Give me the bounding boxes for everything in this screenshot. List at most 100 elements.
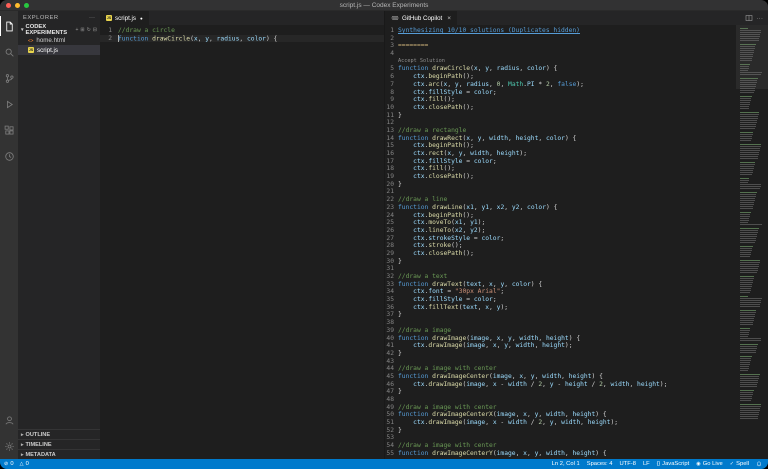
notifications-status[interactable]	[756, 461, 762, 467]
vscode-window: script.js — Codex Experiments	[0, 0, 768, 469]
line-number: 48	[385, 396, 398, 404]
language-mode-status[interactable]: {} JavaScript	[657, 461, 690, 467]
line-number: 53	[385, 434, 398, 442]
run-debug-icon[interactable]	[0, 91, 18, 117]
line-content: function drawImage(image, x, y, width, h…	[398, 335, 736, 343]
line-number: 1	[100, 27, 118, 35]
code-line: 50function drawImageCenterX(image, x, y,…	[385, 411, 736, 419]
collapse-all-icon[interactable]: ⊟	[93, 27, 97, 33]
line-number: 25	[385, 219, 398, 227]
line-number: 40	[385, 335, 398, 343]
zoom-window-button[interactable]	[24, 3, 29, 8]
more-actions-icon[interactable]: ···	[757, 15, 764, 22]
line-number: 52	[385, 427, 398, 435]
braces-icon: {}	[657, 461, 660, 467]
code-line: 21	[385, 188, 736, 196]
sidebar-title: EXPLORER	[23, 15, 59, 21]
cursor-position-label: Ln 2, Col 1	[552, 461, 580, 467]
new-file-icon[interactable]: +	[75, 27, 78, 33]
code-line: 48	[385, 396, 736, 404]
chevron-right-icon: ▸	[21, 452, 24, 458]
code-line: 3========	[385, 42, 736, 50]
title-bar[interactable]: script.js — Codex Experiments	[0, 0, 768, 11]
minimap-block	[740, 344, 765, 353]
history-icon[interactable]	[0, 143, 18, 169]
tab-label: GitHub Copilot	[402, 15, 442, 22]
line-content: function drawCircle(x, y, radius, color)…	[118, 35, 384, 43]
timeline-section[interactable]: ▸ TIMELINE	[18, 439, 100, 449]
go-live-status[interactable]: ◉ Go Live	[696, 461, 723, 467]
code-line: 15 ctx.beginPath();	[385, 142, 736, 150]
line-content: }	[398, 112, 736, 120]
close-window-button[interactable]	[6, 3, 11, 8]
cursor-position-status[interactable]: Ln 2, Col 1	[552, 461, 580, 467]
workspace-folder-row[interactable]: ▾ CODEX EXPERIMENTS + ⊞ ↻ ⊟	[18, 24, 100, 35]
line-number: 17	[385, 158, 398, 166]
line-number: 19	[385, 173, 398, 181]
line-content: ctx.fillStyle = color;	[398, 89, 736, 97]
code-line: 24 ctx.beginPath();	[385, 212, 736, 220]
copilot-code-area[interactable]: 1Synthesizing 10/10 solutions (Duplicate…	[385, 25, 736, 459]
code-line: 52}	[385, 427, 736, 435]
indentation-status[interactable]: Spaces: 4	[587, 461, 613, 467]
section-label: TIMELINE	[26, 442, 52, 448]
more-actions-icon[interactable]: ···	[89, 15, 95, 21]
split-editor-icon[interactable]	[745, 14, 753, 22]
accept-solution-link[interactable]: Accept Solution	[398, 58, 445, 64]
minimap-block	[740, 276, 765, 293]
line-content: ctx.drawImage(image, x - width / 2, y - …	[398, 381, 736, 389]
line-content: function drawRect(x, y, width, height, c…	[398, 135, 736, 143]
source-control-icon[interactable]	[0, 65, 18, 91]
warnings-count: 0	[26, 461, 29, 467]
spell-checker-status[interactable]: ✓ Spell	[730, 461, 749, 467]
chevron-down-icon: ▾	[21, 27, 24, 33]
minimap[interactable]	[736, 25, 768, 459]
close-icon[interactable]: ×	[447, 15, 451, 22]
outline-section[interactable]: ▸ OUTLINE	[18, 429, 100, 439]
minimize-window-button[interactable]	[15, 3, 20, 8]
settings-gear-icon[interactable]	[0, 433, 18, 459]
line-number: 51	[385, 419, 398, 427]
editor-group-copilot: GitHub Copilot × ··· 1Synthesizing 10/10…	[384, 11, 768, 459]
file-item-home-html[interactable]: <> home.html	[18, 35, 100, 45]
code-line: 34 ctx.font = "30px Arial";	[385, 288, 736, 296]
file-item-script-js[interactable]: JS script.js	[18, 45, 100, 55]
search-icon[interactable]	[0, 39, 18, 65]
encoding-label: UTF-8	[620, 461, 636, 467]
line-number: 45	[385, 373, 398, 381]
line-number: 12	[385, 119, 398, 127]
code-line: 55function drawImageCenterY(image, x, y,…	[385, 450, 736, 458]
line-number: 18	[385, 165, 398, 173]
new-folder-icon[interactable]: ⊞	[80, 27, 84, 33]
metadata-section[interactable]: ▸ METADATA	[18, 449, 100, 459]
encoding-status[interactable]: UTF-8	[620, 461, 636, 467]
line-number: 37	[385, 311, 398, 319]
line-number: 13	[385, 127, 398, 135]
minimap-slider[interactable]	[736, 25, 768, 89]
warnings-status[interactable]: △ 0	[20, 461, 29, 467]
editor-code-area[interactable]: 1//draw a circle2function drawCircle(x, …	[100, 25, 384, 459]
line-content: function drawImageCenterX(image, x, y, w…	[398, 411, 736, 419]
language-mode-label: JavaScript	[662, 461, 689, 467]
eol-status[interactable]: LF	[643, 461, 650, 467]
line-number: 2	[385, 35, 398, 43]
minimap-block	[740, 356, 765, 371]
file-label: script.js	[37, 47, 58, 54]
explorer-icon[interactable]	[0, 13, 18, 39]
errors-status[interactable]: ⊘ 0	[4, 461, 14, 467]
line-content	[398, 188, 736, 196]
account-icon[interactable]	[0, 407, 18, 433]
tab-script-js[interactable]: JS script.js ●	[100, 11, 150, 25]
minimap-block	[740, 374, 765, 387]
minimap-block	[740, 328, 765, 341]
refresh-icon[interactable]: ↻	[87, 27, 91, 33]
extensions-icon[interactable]	[0, 117, 18, 143]
file-label: home.html	[36, 37, 65, 44]
tab-github-copilot[interactable]: GitHub Copilot ×	[385, 11, 458, 25]
code-line: 6 ctx.beginPath();	[385, 73, 736, 81]
line-content: Synthesizing 10/10 solutions (Duplicates…	[398, 27, 736, 35]
line-number: 47	[385, 388, 398, 396]
line-content	[398, 434, 736, 442]
line-number: 36	[385, 304, 398, 312]
code-line: 20}	[385, 181, 736, 189]
